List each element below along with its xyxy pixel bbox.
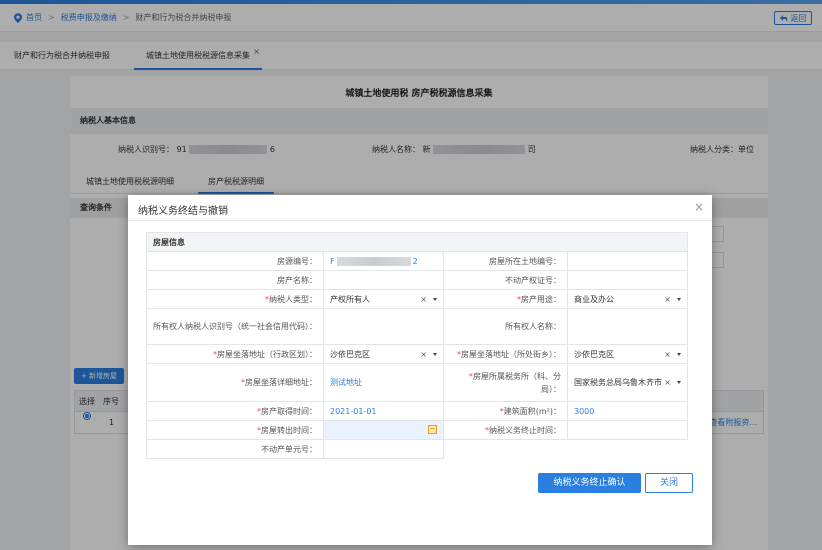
dialog-title: 纳税义务终结与撤销 bbox=[138, 206, 228, 217]
street-label: *房屋坐落地址（所处街乡）： bbox=[443, 344, 568, 364]
close-button[interactable]: 关闭 bbox=[645, 473, 693, 493]
house-no-label: 房源编号： bbox=[146, 251, 324, 271]
address-label: *房屋坐落详细地址： bbox=[146, 363, 324, 402]
tax-office-value: 国家税务总局乌鲁木齐市 bbox=[574, 378, 662, 387]
cert-no-label: 不动产权证号： bbox=[443, 270, 568, 290]
clear-x-icon[interactable]: × bbox=[664, 350, 671, 359]
clear-x-icon[interactable]: × bbox=[420, 295, 427, 304]
address-value: 测试地址 bbox=[323, 363, 444, 402]
usage-value: 商业及办公 bbox=[574, 294, 614, 304]
clear-x-icon[interactable]: × bbox=[664, 295, 671, 304]
acquire-time-label: *房产取得时间： bbox=[146, 401, 324, 421]
clear-x-icon[interactable]: × bbox=[664, 378, 671, 387]
obligation-end-label: *纳税义务终止时间： bbox=[443, 420, 568, 440]
owner-id-value bbox=[323, 308, 444, 345]
house-no-suffix: 2 bbox=[412, 256, 418, 266]
close-icon[interactable]: × bbox=[694, 200, 704, 214]
caret-down-icon bbox=[433, 352, 437, 356]
redacted-block bbox=[336, 256, 411, 266]
taxpayer-type-label: *纳税人类型： bbox=[146, 289, 324, 309]
house-no-prefix: F bbox=[330, 256, 335, 266]
caret-down-icon bbox=[433, 297, 437, 301]
owner-name-label: 所有权人名称： bbox=[443, 308, 568, 345]
property-name-value bbox=[323, 270, 444, 290]
district-select[interactable]: 沙依巴克区 × bbox=[323, 344, 444, 364]
clear-x-icon[interactable]: × bbox=[420, 350, 427, 359]
transfer-time-label: *房屋转出时间： bbox=[146, 420, 324, 440]
transfer-time-input[interactable] bbox=[323, 420, 444, 440]
caret-down-icon bbox=[677, 297, 681, 301]
taxpayer-type-select[interactable]: 产权所有人 × bbox=[323, 289, 444, 309]
taxpayer-type-value: 产权所有人 bbox=[330, 294, 370, 304]
obligation-end-value bbox=[567, 420, 688, 440]
district-label: *房屋坐落地址（行政区划）： bbox=[146, 344, 324, 364]
caret-down-icon bbox=[677, 381, 681, 384]
usage-select[interactable]: 商业及办公 × bbox=[567, 289, 688, 309]
district-value: 沙依巴克区 bbox=[330, 349, 370, 359]
street-value: 沙依巴克区 bbox=[574, 349, 614, 359]
unit-no-value bbox=[323, 439, 444, 459]
owner-id-label: 所有权人纳税人识别号（统一社会信用代码）： bbox=[146, 308, 324, 345]
confirm-termination-button[interactable]: 纳税义务终止确认 bbox=[538, 473, 641, 493]
house-info-section-title: 房屋信息 bbox=[146, 232, 688, 252]
house-no-value: F2 bbox=[323, 251, 444, 271]
land-no-label: 房屋所在土地编号： bbox=[443, 251, 568, 271]
unit-no-label: 不动产单元号： bbox=[146, 439, 324, 459]
cert-no-value bbox=[567, 270, 688, 290]
tax-office-label: *房屋所属税务所（科、分局）： bbox=[443, 363, 568, 402]
street-select[interactable]: 沙依巴克区 × bbox=[567, 344, 688, 364]
house-info-form: 房屋信息 房源编号： F2 房屋所在土地编号： 房产名称： 不动产权证号： *纳… bbox=[146, 232, 688, 459]
dialog-header: 纳税义务终结与撤销 × bbox=[128, 195, 712, 221]
caret-down-icon bbox=[677, 352, 681, 356]
acquire-time-value: 2021-01-01 bbox=[323, 401, 444, 421]
termination-dialog: 纳税义务终结与撤销 × 房屋信息 房源编号： F2 房屋所在土地编号： 房产名称… bbox=[128, 195, 712, 545]
usage-label: *房产用途： bbox=[443, 289, 568, 309]
land-no-value bbox=[567, 251, 688, 271]
calendar-icon[interactable] bbox=[428, 425, 437, 434]
tax-office-select[interactable]: 国家税务总局乌鲁木齐市 × bbox=[567, 363, 688, 402]
property-name-label: 房产名称： bbox=[146, 270, 324, 290]
owner-name-value bbox=[567, 308, 688, 345]
area-value: 3000 bbox=[567, 401, 688, 421]
area-label: *建筑面积(m²)： bbox=[443, 401, 568, 421]
